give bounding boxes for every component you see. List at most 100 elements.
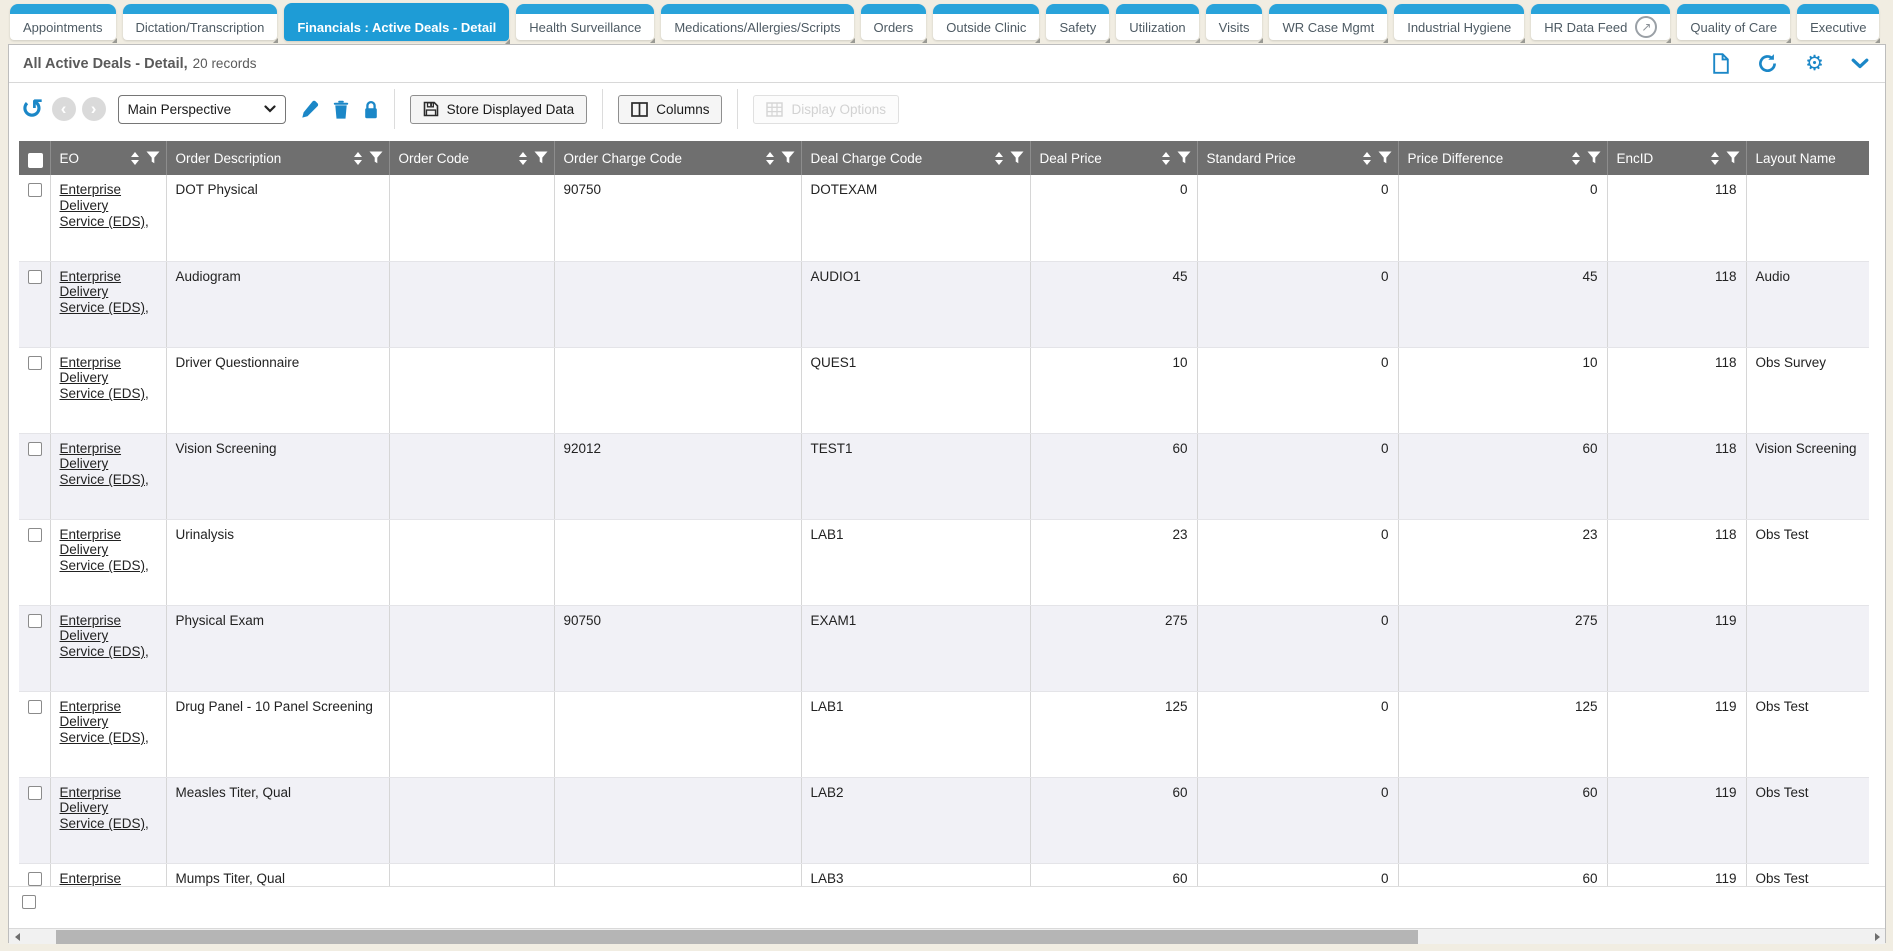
eo-link[interactable]: Enterprise Delivery Service (EDS) xyxy=(60,871,146,887)
row-checkbox[interactable] xyxy=(28,183,42,197)
cell-order-description: Vision Screening xyxy=(166,433,389,519)
column-header-order-description[interactable]: Order Description xyxy=(166,141,389,175)
row-checkbox[interactable] xyxy=(28,700,42,714)
tab-orders[interactable]: Orders xyxy=(861,4,927,40)
tab-hr-data-feed[interactable]: HR Data Feed ↗ xyxy=(1531,4,1670,40)
tab-label: HR Data Feed xyxy=(1544,20,1627,35)
sort-icon[interactable] xyxy=(1363,152,1371,165)
delete-trash-icon[interactable] xyxy=(333,100,349,119)
filter-funnel-icon[interactable] xyxy=(146,151,160,165)
table-row[interactable]: Enterprise Delivery Service (EDS), Visio… xyxy=(19,433,1869,519)
sort-icon[interactable] xyxy=(1162,152,1170,165)
cell-order-code xyxy=(389,691,554,777)
row-checkbox[interactable] xyxy=(28,270,42,284)
edit-pencil-icon[interactable] xyxy=(300,100,319,119)
store-displayed-data-button[interactable]: Store Displayed Data xyxy=(410,95,588,124)
tab-quality-of-care[interactable]: Quality of Care xyxy=(1677,4,1790,40)
sort-icon[interactable] xyxy=(1711,152,1719,165)
column-header-price-difference[interactable]: Price Difference xyxy=(1398,141,1607,175)
tab-appointments[interactable]: Appointments xyxy=(10,4,116,40)
table-row[interactable]: Enterprise Delivery Service (EDS), Drive… xyxy=(19,347,1869,433)
row-checkbox[interactable] xyxy=(28,614,42,628)
eo-link[interactable]: Enterprise Delivery Service (EDS) xyxy=(60,182,146,229)
cell-layout-name: Obs Test xyxy=(1746,777,1869,863)
row-checkbox[interactable] xyxy=(28,872,42,886)
tab-medications-allergies-scripts[interactable]: Medications/Allergies/Scripts xyxy=(661,4,853,40)
filter-funnel-icon[interactable] xyxy=(534,151,548,165)
tab-outside-clinic[interactable]: Outside Clinic xyxy=(933,4,1039,40)
sort-icon[interactable] xyxy=(766,152,774,165)
table-row[interactable]: Enterprise Delivery Service (EDS), Urina… xyxy=(19,519,1869,605)
scrollbar-thumb[interactable] xyxy=(56,930,1418,944)
filter-funnel-icon[interactable] xyxy=(369,151,383,165)
column-header-order-code[interactable]: Order Code xyxy=(389,141,554,175)
column-header-deal-price[interactable]: Deal Price xyxy=(1030,141,1197,175)
sort-icon[interactable] xyxy=(354,152,362,165)
cell-order-description: Driver Questionnaire xyxy=(166,347,389,433)
filter-funnel-icon[interactable] xyxy=(781,151,795,165)
eo-link[interactable]: Enterprise Delivery Service (EDS) xyxy=(60,441,146,488)
cell-eo: Enterprise Delivery Service (EDS), xyxy=(50,519,166,605)
tab-bar: Appointments Dictation/Transcription Fin… xyxy=(0,0,1893,44)
eo-link[interactable]: Enterprise Delivery Service (EDS) xyxy=(60,355,146,402)
cell-order-charge-code xyxy=(554,261,801,347)
filter-funnel-icon[interactable] xyxy=(1378,151,1392,165)
table-row[interactable]: Enterprise Delivery Service (EDS), Measl… xyxy=(19,777,1869,863)
tab-visits[interactable]: Visits xyxy=(1206,4,1263,40)
refresh-icon[interactable] xyxy=(1757,53,1778,74)
tab-safety[interactable]: Safety xyxy=(1046,4,1109,40)
external-arrow-icon[interactable]: ↗ xyxy=(1635,16,1657,38)
select-all-checkbox[interactable] xyxy=(28,153,43,168)
eo-link[interactable]: Enterprise Delivery Service (EDS) xyxy=(60,785,146,832)
sort-icon[interactable] xyxy=(131,152,139,165)
cell-select xyxy=(19,605,50,691)
column-header-deal-charge-code[interactable]: Deal Charge Code xyxy=(801,141,1030,175)
table-row[interactable]: Enterprise Delivery Service (EDS), DOT P… xyxy=(19,175,1869,261)
sort-icon[interactable] xyxy=(995,152,1003,165)
eo-link[interactable]: Enterprise Delivery Service (EDS) xyxy=(60,269,146,316)
tab-health-surveillance[interactable]: Health Surveillance xyxy=(516,4,654,40)
filter-funnel-icon[interactable] xyxy=(1177,151,1191,165)
table-row[interactable]: Enterprise Delivery Service (EDS), Drug … xyxy=(19,691,1869,777)
lock-icon[interactable] xyxy=(363,100,379,119)
filter-funnel-icon[interactable] xyxy=(1010,151,1024,165)
row-checkbox[interactable] xyxy=(28,786,42,800)
sort-icon[interactable] xyxy=(1572,152,1580,165)
row-checkbox[interactable] xyxy=(28,528,42,542)
perspective-select[interactable]: Main Perspective xyxy=(118,95,286,124)
row-checkbox[interactable] xyxy=(28,356,42,370)
column-header-eo[interactable]: EO xyxy=(50,141,166,175)
table-row[interactable]: Enterprise Delivery Service (EDS), Audio… xyxy=(19,261,1869,347)
column-header-standard-price[interactable]: Standard Price xyxy=(1197,141,1398,175)
column-header-layout-name[interactable]: Layout Name xyxy=(1746,141,1869,175)
column-header-order-charge-code[interactable]: Order Charge Code xyxy=(554,141,801,175)
tab-industrial-hygiene[interactable]: Industrial Hygiene xyxy=(1394,4,1524,40)
tab-wr-case-mgmt[interactable]: WR Case Mgmt xyxy=(1269,4,1387,40)
eo-link[interactable]: Enterprise Delivery Service (EDS) xyxy=(60,527,146,574)
scroll-left-arrow[interactable] xyxy=(9,929,25,944)
column-header-encid[interactable]: EncID xyxy=(1607,141,1746,175)
filter-funnel-icon[interactable] xyxy=(1587,151,1601,165)
tab-utilization[interactable]: Utilization xyxy=(1116,4,1198,40)
row-checkbox[interactable] xyxy=(28,442,42,456)
scroll-right-arrow[interactable] xyxy=(1869,929,1885,944)
new-document-icon[interactable] xyxy=(1712,53,1730,74)
cell-price-difference: 125 xyxy=(1398,691,1607,777)
tab-financials-active-deals-detail[interactable]: Financials : Active Deals - Detail xyxy=(284,3,509,41)
eo-link[interactable]: Enterprise Delivery Service (EDS) xyxy=(60,613,146,660)
table-row[interactable]: Enterprise Delivery Service (EDS), Mumps… xyxy=(19,863,1869,886)
back-button[interactable]: ‹ xyxy=(52,97,76,121)
forward-button[interactable]: › xyxy=(82,97,106,121)
tab-executive[interactable]: Executive xyxy=(1797,4,1879,40)
horizontal-scrollbar[interactable] xyxy=(9,928,1885,944)
undo-icon[interactable]: ↺ xyxy=(21,96,44,123)
eo-link[interactable]: Enterprise Delivery Service (EDS) xyxy=(60,699,146,746)
settings-gear-icon[interactable]: ⚙ xyxy=(1805,53,1824,74)
tab-dictation-transcription[interactable]: Dictation/Transcription xyxy=(123,4,278,40)
filter-funnel-icon[interactable] xyxy=(1726,151,1740,165)
collapse-chevron-icon[interactable] xyxy=(1851,58,1869,69)
columns-button[interactable]: Columns xyxy=(618,95,722,124)
sort-icon[interactable] xyxy=(519,152,527,165)
table-row[interactable]: Enterprise Delivery Service (EDS), Physi… xyxy=(19,605,1869,691)
row-checkbox[interactable] xyxy=(22,895,36,909)
